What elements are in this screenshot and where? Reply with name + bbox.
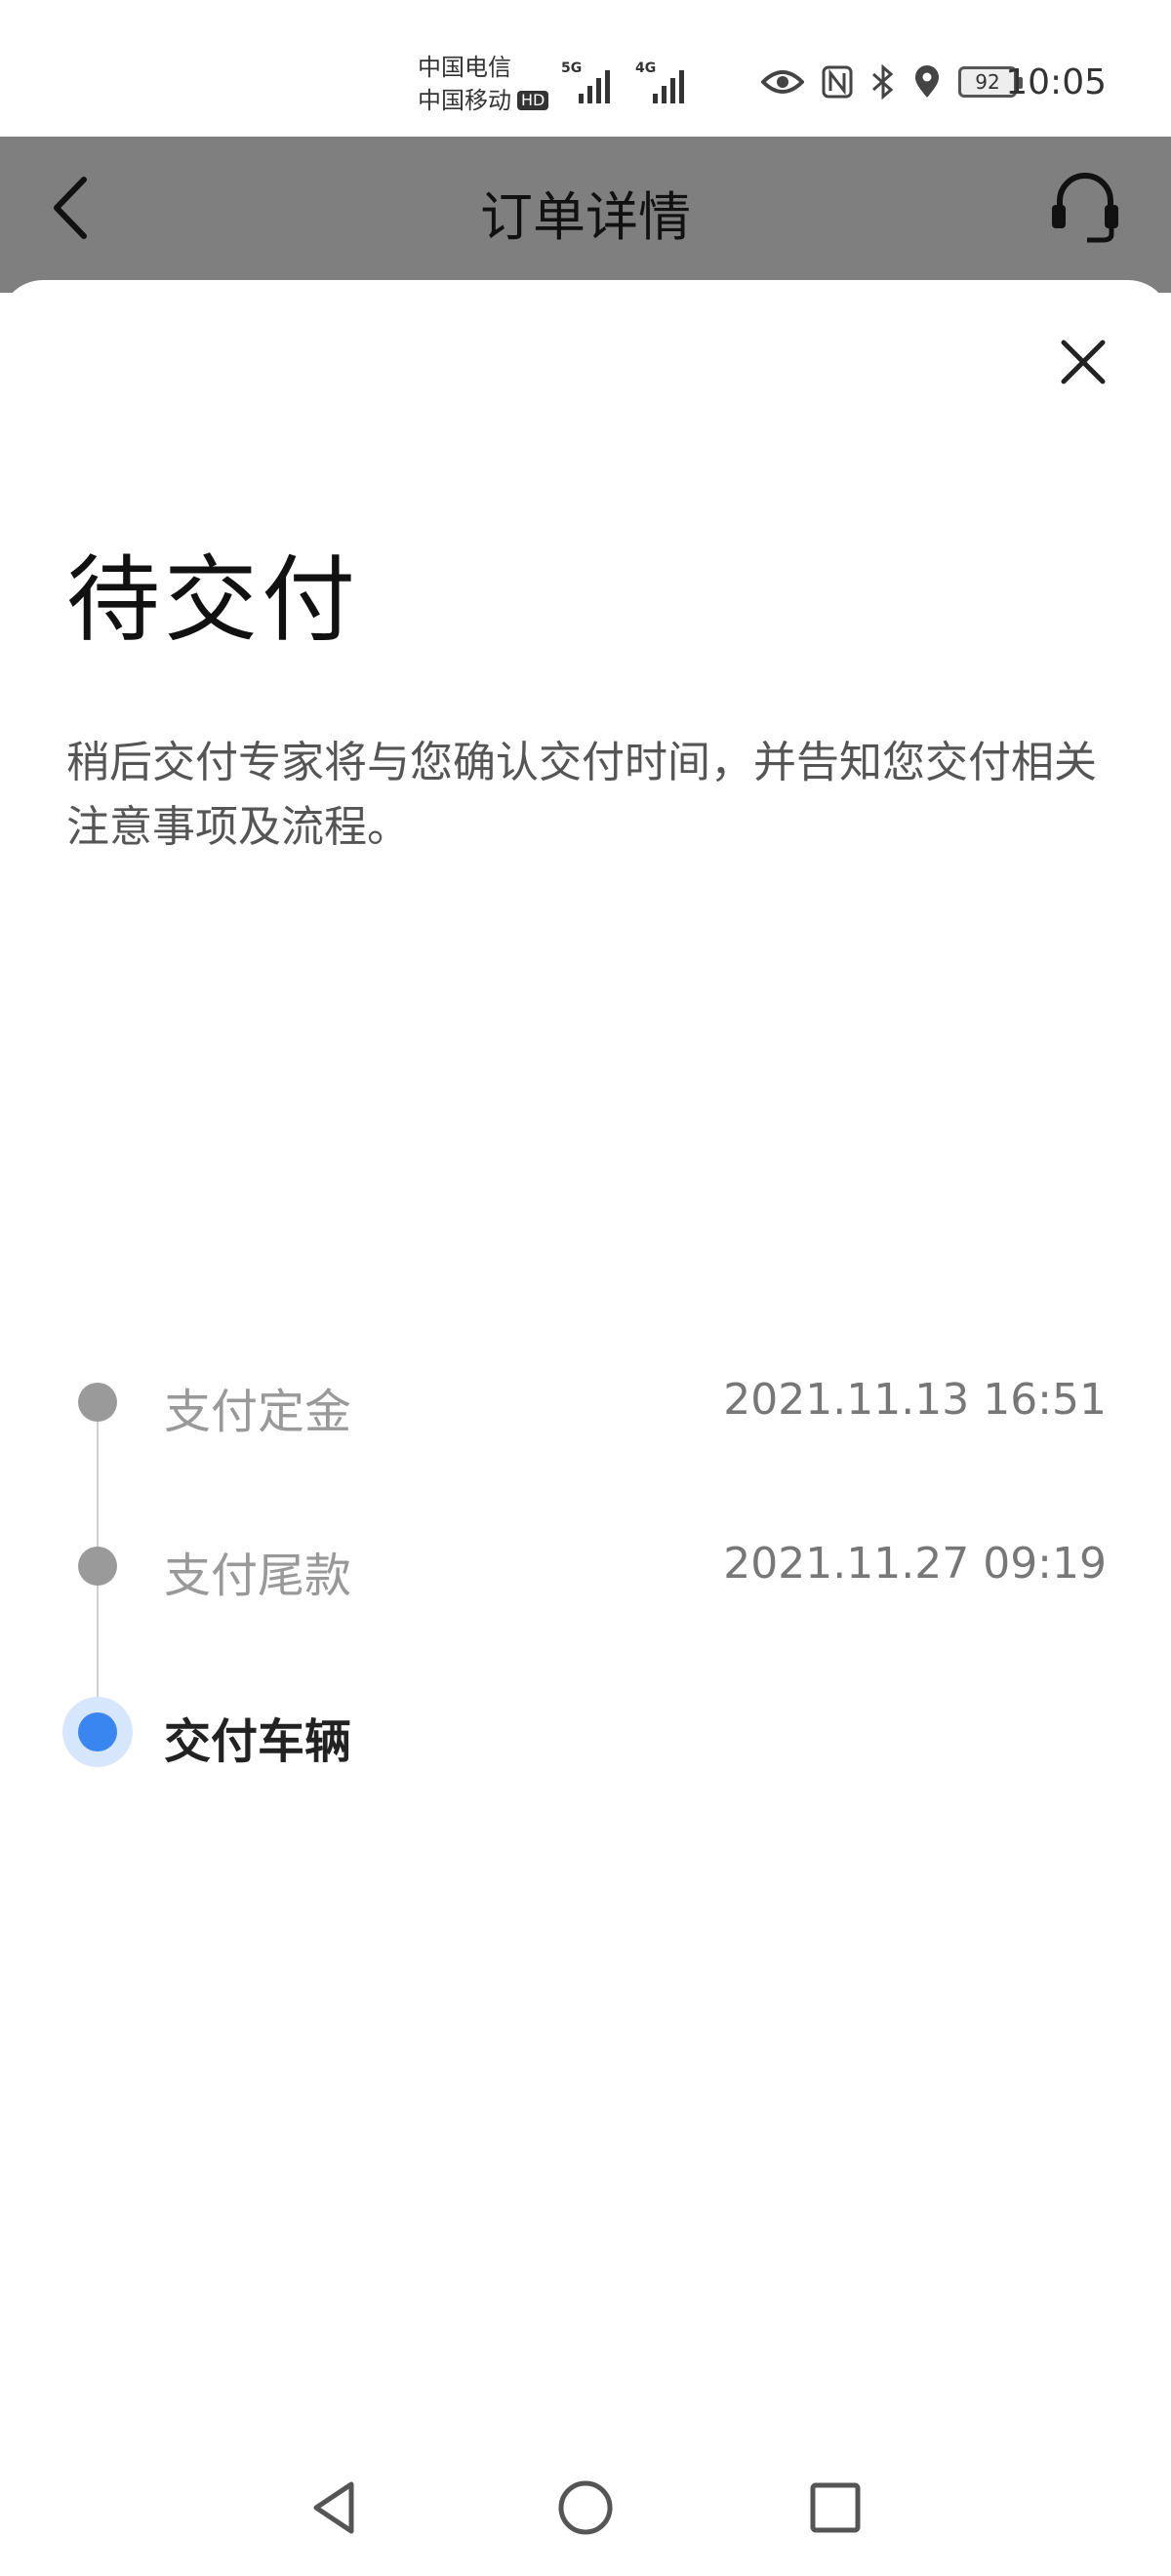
- sheet-title: 待交付: [66, 545, 359, 655]
- nav-recents-icon[interactable]: [804, 2476, 867, 2539]
- step-dot-active: [62, 1697, 133, 1767]
- sheet-description: 稍后交付专家将与您确认交付时间，并告知您交付相关注意事项及流程。: [66, 738, 1097, 852]
- bluetooth-icon: [872, 64, 894, 100]
- eye-icon: [761, 70, 804, 94]
- status-icons: 92: [761, 64, 1023, 100]
- step-time: 2021.11.27 09:19: [723, 1539, 1107, 1589]
- step-time: 2021.11.13 16:51: [723, 1375, 1107, 1425]
- order-detail-screen: 中国电信 中国移动 HD 5G 4G 92 10:05 订单详情 待交付 稍后交…: [0, 0, 1171, 2576]
- battery-level: 92: [975, 70, 1000, 94]
- carrier-1-label: 中国电信: [418, 54, 511, 81]
- timeline-step: 支付定金 2021.11.13 16:51: [0, 1363, 1171, 1441]
- step-dot: [78, 1383, 117, 1422]
- nfc-icon: [822, 65, 853, 99]
- headset-icon[interactable]: [1048, 166, 1122, 244]
- location-icon: [915, 65, 939, 98]
- step-dot: [78, 1547, 117, 1586]
- timeline-step: 支付尾款 2021.11.27 09:19: [0, 1527, 1171, 1605]
- signal-indicators: 5G 4G: [561, 60, 694, 103]
- step-label: 支付尾款: [164, 1549, 352, 1603]
- step-label: 交付车辆: [164, 1714, 352, 1769]
- signal-4g-icon: 4G: [635, 60, 694, 103]
- page-title: 订单详情: [480, 186, 691, 248]
- carrier-2-label: 中国移动: [418, 87, 511, 114]
- hd-badge: HD: [517, 91, 549, 110]
- step-label: 支付定金: [164, 1385, 352, 1439]
- nav-back-icon[interactable]: [304, 2476, 367, 2539]
- carrier-line-2: 中国移动 HD: [418, 84, 549, 117]
- carrier-info: 中国电信 中国移动 HD: [418, 51, 549, 117]
- system-nav-bar: [0, 2459, 1171, 2576]
- status-time: 10:05: [1005, 62, 1107, 102]
- signal-5g-icon: 5G: [561, 60, 620, 103]
- order-status-sheet: 待交付 稍后交付专家将与您确认交付时间，并告知您交付相关注意事项及流程。 支付定…: [0, 280, 1171, 2576]
- nav-home-icon[interactable]: [554, 2476, 617, 2539]
- timeline-step-current: 交付车辆: [0, 1693, 1171, 1771]
- status-bar: 中国电信 中国移动 HD 5G 4G 92 10:05: [0, 0, 1171, 137]
- page-header: 订单详情: [0, 137, 1171, 293]
- carrier-line-1: 中国电信: [418, 51, 548, 84]
- close-icon[interactable]: [1058, 337, 1109, 387]
